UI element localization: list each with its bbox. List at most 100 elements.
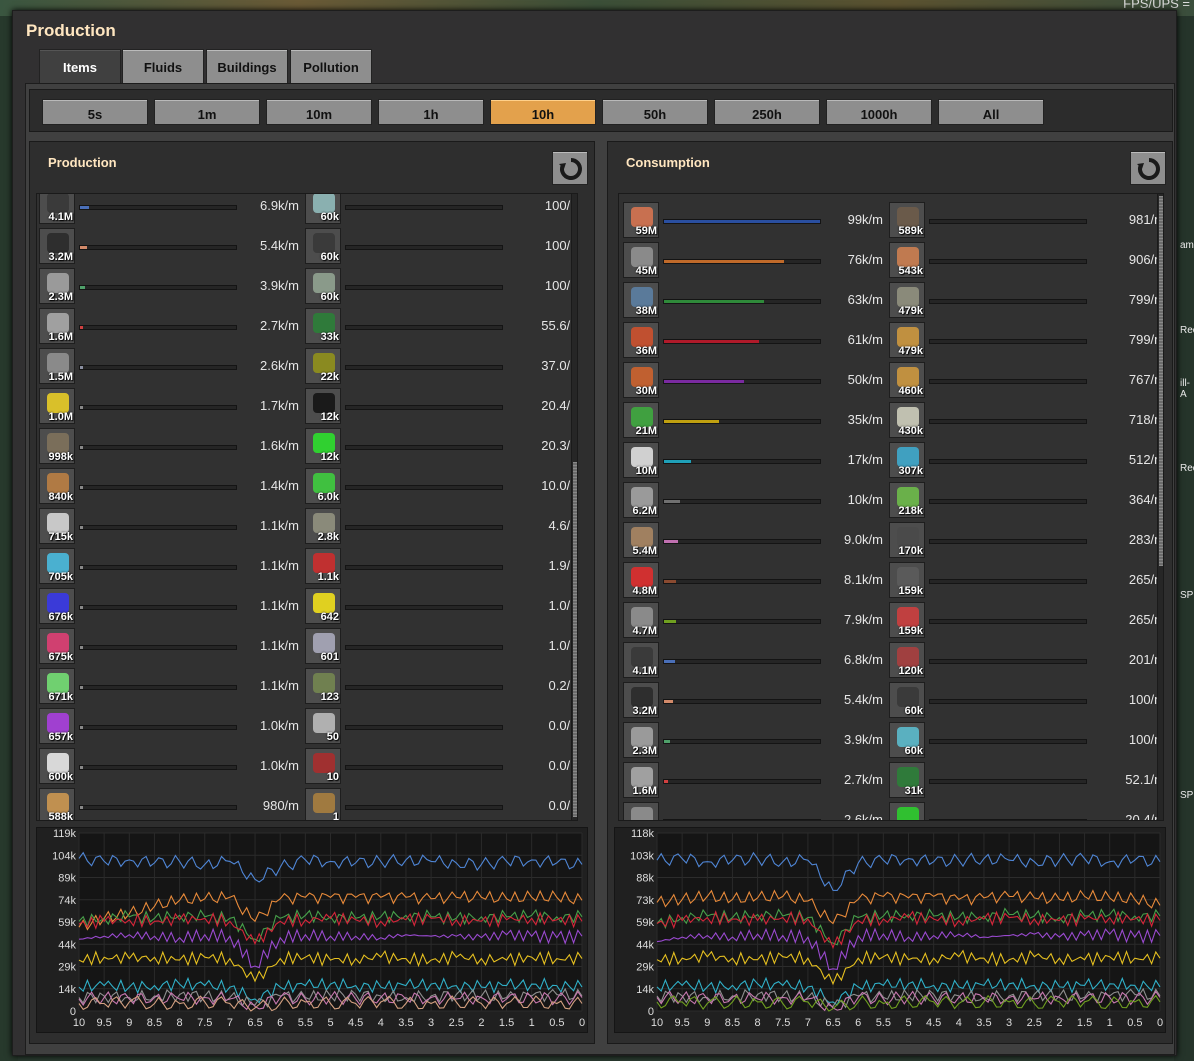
item-rate-bar — [345, 445, 503, 450]
assembling-machine-icon: 170k — [889, 522, 925, 558]
item-rate: 100/m — [1128, 732, 1164, 747]
timescale-1000h-button[interactable]: 1000h — [826, 99, 932, 125]
list-item[interactable]: 430k 718/m — [619, 402, 1164, 442]
x-tick-label: 4 — [378, 1017, 384, 1029]
item-rate-bar — [345, 765, 503, 770]
tab-fluids[interactable]: Fluids — [122, 49, 204, 84]
item-rate: 0.2/m — [548, 678, 578, 693]
item-count: 31k — [904, 785, 923, 797]
list-item[interactable]: 479k 799/m — [619, 322, 1164, 362]
icon-glyph — [897, 447, 919, 467]
timescale-all-button[interactable]: All — [938, 99, 1044, 125]
x-tick-label: 2 — [478, 1017, 484, 1029]
timescale-1h-button[interactable]: 1h — [378, 99, 484, 125]
item-count: 1 — [332, 811, 339, 821]
list-item[interactable]: 159k 265/m — [619, 562, 1163, 602]
production-graph: 119k 104k 89k 74k 59k 44k 29k 14k 0 10 9.5 9 8.5 8 7.5… — [36, 827, 588, 1033]
item-rate: 364/m — [1128, 492, 1164, 507]
y-tick-label: 59k — [58, 917, 76, 929]
modular-armor-icon: 123 — [305, 668, 341, 704]
tab-pollution[interactable]: Pollution — [290, 49, 372, 84]
beacon-icon: 60k — [889, 722, 925, 758]
list-item[interactable]: 120k 201/m — [619, 642, 1163, 682]
icon-glyph — [313, 793, 335, 813]
list-item[interactable]: 60k 100/m — [37, 268, 577, 308]
icon-glyph — [897, 807, 919, 820]
item-rate: 799/m — [1128, 292, 1164, 307]
list-item[interactable]: 218k 364/m — [619, 482, 1164, 522]
y-tick-label: 14k — [58, 984, 76, 996]
list-item[interactable]: 479k 799/m — [619, 282, 1164, 322]
icon-glyph — [897, 327, 919, 347]
list-item[interactable]: 1 0.0/m — [37, 788, 577, 821]
x-tick-label: 2.5 — [449, 1017, 464, 1029]
list-item[interactable]: 307k 512/m — [619, 442, 1163, 482]
item-rate: 718/m — [1128, 412, 1164, 427]
x-tick-label: 5.5 — [298, 1017, 313, 1029]
x-tick-label: 5 — [905, 1017, 911, 1029]
scrollbar[interactable] — [571, 194, 577, 820]
tab-buildings[interactable]: Buildings — [206, 49, 288, 84]
uranium-235-icon: 6.0k — [305, 468, 341, 504]
list-item[interactable]: 460k 767/m — [619, 362, 1163, 402]
list-item[interactable]: 601 1.0/m — [37, 628, 577, 668]
timescale-10m-button[interactable]: 10m — [266, 99, 372, 125]
timescale-250h-button[interactable]: 250h — [714, 99, 820, 125]
list-item[interactable]: 20.4/m — [619, 802, 1163, 820]
item-count: 430k — [898, 425, 923, 437]
scrollbar[interactable] — [1157, 194, 1163, 820]
list-item[interactable]: 60k 100/m — [619, 722, 1164, 762]
y-tick-label: 119k — [53, 828, 77, 840]
timescale-1m-button[interactable]: 1m — [154, 99, 260, 125]
list-item[interactable]: 159k 265/m — [619, 602, 1163, 642]
item-rate: 37.0/m — [541, 358, 578, 373]
list-item[interactable]: 589k 981/m — [619, 202, 1163, 242]
list-item[interactable]: 10 0.0/m — [37, 748, 577, 788]
item-count: 479k — [898, 305, 923, 317]
scrollbar-thumb[interactable] — [573, 462, 577, 817]
list-item[interactable]: 31k 52.1/m — [619, 762, 1163, 802]
list-item[interactable]: 50 0.0/m — [37, 708, 577, 748]
icon-glyph — [897, 367, 919, 387]
item-count: 543k — [898, 265, 923, 277]
list-item[interactable]: 22k 37.0/m — [37, 348, 578, 388]
icon-glyph — [313, 633, 335, 653]
splitter-icon: 120k — [889, 642, 925, 678]
side-label: amel — [1180, 240, 1194, 251]
list-item[interactable]: 642 1.0/m — [37, 588, 577, 628]
item-rate: 799/m — [1128, 332, 1164, 347]
item-rate-bar-fill — [664, 820, 668, 821]
x-tick-label: 9 — [704, 1017, 710, 1029]
list-item[interactable]: 170k 283/m — [619, 522, 1163, 562]
list-item[interactable]: 6.0k 10.0/m — [37, 468, 577, 508]
icon-glyph — [313, 593, 335, 613]
tab-items[interactable]: Items — [39, 49, 121, 84]
list-item[interactable]: 123 0.2/m — [37, 668, 578, 708]
timescale-50h-button[interactable]: 50h — [602, 99, 708, 125]
x-tick-label: 9.5 — [97, 1017, 112, 1029]
scrollbar-thumb[interactable] — [1159, 196, 1163, 566]
y-tick-label: 74k — [58, 895, 76, 907]
list-item[interactable]: 1.1k 1.9/m — [37, 548, 577, 588]
consumption-item-list[interactable]: 59M 99k/m 45M 76k/m 38M 63k/m 36M 61k/m 30M 50k/m… — [618, 193, 1164, 821]
list-item[interactable]: 543k 906/m — [619, 242, 1163, 282]
reset-chart-button[interactable] — [1130, 151, 1166, 185]
list-item[interactable]: 60k 100/m — [37, 194, 577, 228]
item-count: 12k — [320, 451, 339, 463]
list-item[interactable]: 12k 20.3/m — [37, 428, 577, 468]
timescale-5s-button[interactable]: 5s — [42, 99, 148, 125]
x-tick-label: 5 — [327, 1017, 333, 1029]
explosives-icon — [889, 802, 925, 820]
icon-glyph — [313, 433, 335, 453]
y-tick-label: 73k — [636, 895, 654, 907]
item-count: 12k — [320, 411, 339, 423]
list-item[interactable]: 12k 20.4/m — [37, 388, 577, 428]
list-item[interactable]: 33k 55.6/m — [37, 308, 577, 348]
reset-chart-button[interactable] — [552, 151, 588, 185]
list-item[interactable]: 2.8k 4.6/m — [37, 508, 577, 548]
production-item-list[interactable]: 4.1M 6.9k/m 3.2M 5.4k/m 2.3M 3.9k/m 1.6M 2.7k/m… — [36, 193, 578, 821]
icon-glyph — [897, 247, 919, 267]
timescale-10h-button[interactable]: 10h — [490, 99, 596, 125]
list-item[interactable]: 60k 100/m — [619, 682, 1163, 722]
list-item[interactable]: 60k 100/m — [37, 228, 577, 268]
